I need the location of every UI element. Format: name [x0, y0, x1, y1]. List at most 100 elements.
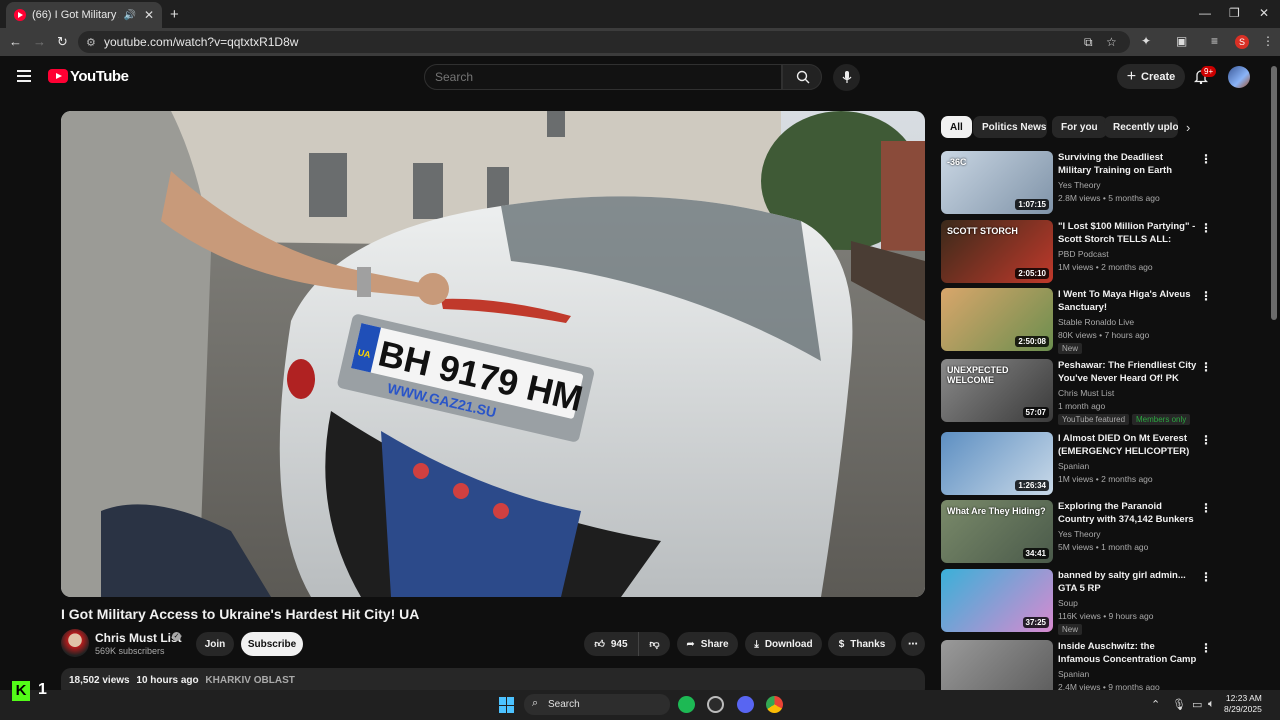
close-window-icon[interactable]: ✕ — [1259, 6, 1269, 20]
recommendation-item[interactable]: What Are They Hiding? 34:41 Exploring the … — [941, 500, 1212, 564]
dislike-button[interactable]: 👎︎ — [638, 632, 670, 656]
spotify-icon[interactable] — [678, 696, 695, 713]
recommendation-meta: 80K views • 7 hours ago — [1058, 330, 1150, 340]
recommendation-title[interactable]: I Almost DIED On Mt Everest (EMERGENCY H… — [1058, 432, 1198, 458]
join-button[interactable]: Join — [196, 632, 234, 656]
recommendation-channel[interactable]: Chris Must List — [1058, 388, 1114, 398]
recommendation-item[interactable]: 1:26:34 I Almost DIED On Mt Everest (EMER… — [941, 432, 1212, 496]
kick-logo-icon: K — [12, 681, 30, 701]
recommendation-channel[interactable]: Soup — [1058, 598, 1078, 608]
recommendation-item[interactable]: -36C 1:07:15 Surviving the Deadliest Milit… — [941, 151, 1212, 215]
new-tab-button[interactable]: + — [170, 6, 179, 23]
create-button[interactable]: + Create — [1117, 64, 1185, 89]
tray-chevron-icon[interactable]: ⌃ — [1151, 698, 1160, 711]
channel-avatar[interactable] — [61, 629, 89, 657]
duration-badge: 1:07:15 — [1015, 199, 1049, 210]
recommendation-item[interactable]: 37:25 banned by salty girl admin... GTA 5… — [941, 569, 1212, 635]
recommendation-title[interactable]: I Went To Maya Higa's Alveus Sanctuary! — [1058, 288, 1198, 314]
more-options-icon[interactable]: ⋮ — [1200, 152, 1212, 166]
account-avatar[interactable] — [1228, 66, 1250, 88]
microphone-tray-icon[interactable]: 🎙︎ — [1172, 698, 1186, 711]
network-icon[interactable]: ▭ — [1192, 698, 1202, 711]
search-box[interactable] — [424, 64, 782, 90]
duration-badge: 37:25 — [1022, 617, 1049, 628]
taskbar-search[interactable]: ⌕ Search — [524, 694, 670, 715]
extensions-icon[interactable]: ✦ — [1141, 34, 1151, 48]
more-options-icon[interactable]: ⋮ — [1200, 641, 1212, 655]
recommendation-channel[interactable]: PBD Podcast — [1058, 249, 1109, 259]
system-clock[interactable]: 12:23 AM 8/29/2025 — [1224, 693, 1262, 715]
close-tab-icon[interactable]: ✕ — [144, 8, 154, 22]
install-app-icon[interactable]: ⧉ — [1084, 35, 1093, 50]
recommendation-title[interactable]: banned by salty girl admin... GTA 5 RP — [1058, 569, 1198, 595]
profile-avatar[interactable]: S — [1235, 35, 1249, 49]
more-options-icon[interactable]: ⋮ — [1200, 501, 1212, 515]
recommendation-channel[interactable]: Spanian — [1058, 669, 1089, 679]
video-player[interactable]: UA BH 9179 HM WWW.GAZ21.SU — [61, 111, 925, 597]
recommendation-title[interactable]: "I Lost $100 Million Partying" - Scott S… — [1058, 220, 1198, 246]
more-options-icon[interactable]: ⋮ — [1200, 289, 1212, 303]
video-thumbnail[interactable]: UNEXPECTED WELCOME 57:07 — [941, 359, 1053, 422]
split-view-icon[interactable]: ▣ — [1176, 34, 1187, 48]
search-input[interactable] — [435, 70, 765, 84]
video-thumbnail[interactable]: 2:50:08 — [941, 288, 1053, 351]
recommendation-channel[interactable]: Stable Ronaldo Live — [1058, 317, 1134, 327]
recommendation-title[interactable]: Peshawar: The Friendliest City You've Ne… — [1058, 359, 1198, 385]
chrome-icon[interactable] — [766, 696, 783, 713]
youtube-logo-icon[interactable] — [48, 69, 68, 83]
recommendation-channel[interactable]: Yes Theory — [1058, 180, 1101, 190]
subscribe-button[interactable]: Subscribe — [241, 632, 303, 656]
video-thumbnail[interactable]: 1:26:34 — [941, 432, 1053, 495]
recommendation-title[interactable]: Exploring the Paranoid Country with 374,… — [1058, 500, 1198, 526]
browser-menu-icon[interactable]: ⋮ — [1262, 34, 1274, 48]
chip-all[interactable]: All — [941, 116, 972, 138]
minimize-icon[interactable]: — — [1199, 6, 1211, 20]
speaker-icon[interactable]: 🔊 — [123, 10, 135, 21]
restore-icon[interactable]: ❐ — [1229, 6, 1240, 20]
browser-tab[interactable]: (66) I Got Military Access to Ukraine's … — [6, 2, 162, 28]
more-options-icon[interactable]: ⋮ — [1200, 221, 1212, 235]
thanks-button[interactable]: $ Thanks — [828, 632, 896, 656]
discord-icon[interactable] — [737, 696, 754, 713]
more-actions-button[interactable]: ⋯ — [901, 632, 925, 656]
recommendation-item[interactable]: 2:50:08 I Went To Maya Higa's Alveus Sanc… — [941, 288, 1212, 354]
more-options-icon[interactable]: ⋮ — [1200, 570, 1212, 584]
chip-recently-uploaded[interactable]: Recently uploaded — [1104, 116, 1178, 138]
share-button[interactable]: ➦ Share — [677, 632, 738, 656]
recommendation-title[interactable]: Surviving the Deadliest Military Trainin… — [1058, 151, 1198, 177]
chip-politics-news[interactable]: Politics News — [973, 116, 1047, 138]
video-thumbnail[interactable]: SCOTT STORCH 2:05:10 — [941, 220, 1053, 283]
windows-start-icon[interactable] — [499, 697, 515, 713]
download-button[interactable]: ⤓ Download — [745, 632, 822, 656]
video-thumbnail[interactable]: What Are They Hiding? 34:41 — [941, 500, 1053, 563]
like-button[interactable]: 👍︎ 945 — [584, 632, 638, 656]
recommendation-channel[interactable]: Yes Theory — [1058, 529, 1101, 539]
media-control-icon[interactable]: ≡ — [1211, 34, 1218, 48]
app-icon[interactable] — [707, 696, 724, 713]
back-icon[interactable]: ← — [9, 34, 22, 49]
channel-name[interactable]: Chris Must List — [95, 631, 182, 645]
bookmark-star-icon[interactable]: ☆ — [1106, 35, 1117, 49]
recommendation-item[interactable]: UNEXPECTED WELCOME 57:07 Peshawar: The Fri… — [941, 359, 1212, 425]
scrollbar[interactable] — [1271, 66, 1277, 320]
recommendation-item[interactable]: SCOTT STORCH 2:05:10 "I Lost $100 Million … — [941, 220, 1212, 284]
recommendation-title[interactable]: Inside Auschwitz: the Infamous Concentra… — [1058, 640, 1198, 666]
video-thumbnail[interactable]: 37:25 — [941, 569, 1053, 632]
volume-icon[interactable]: 🔈︎ — [1208, 698, 1215, 711]
chip-for-you[interactable]: For you — [1052, 116, 1107, 138]
more-options-icon[interactable]: ⋮ — [1200, 433, 1212, 447]
location-tag[interactable]: KHARKIV OBLAST — [205, 675, 294, 686]
reload-icon[interactable]: ↻ — [57, 34, 68, 50]
forward-icon[interactable]: → — [33, 34, 46, 49]
recommendation-channel[interactable]: Spanian — [1058, 461, 1089, 471]
voice-search-button[interactable] — [833, 64, 860, 91]
search-button[interactable] — [782, 64, 822, 90]
site-info-icon[interactable]: ⚙ — [86, 36, 96, 49]
more-options-icon[interactable]: ⋮ — [1200, 360, 1212, 374]
chevron-right-icon[interactable]: › — [1186, 120, 1190, 135]
menu-icon[interactable] — [17, 70, 31, 82]
address-bar[interactable]: ⚙ youtube.com/watch?v=qqtxtxR1D8w ⧉ ☆ — [78, 31, 1130, 53]
youtube-logo-text[interactable]: YouTube — [70, 68, 129, 85]
video-thumbnail[interactable]: -36C 1:07:15 — [941, 151, 1053, 214]
taskbar-search-label: Search — [548, 699, 580, 710]
